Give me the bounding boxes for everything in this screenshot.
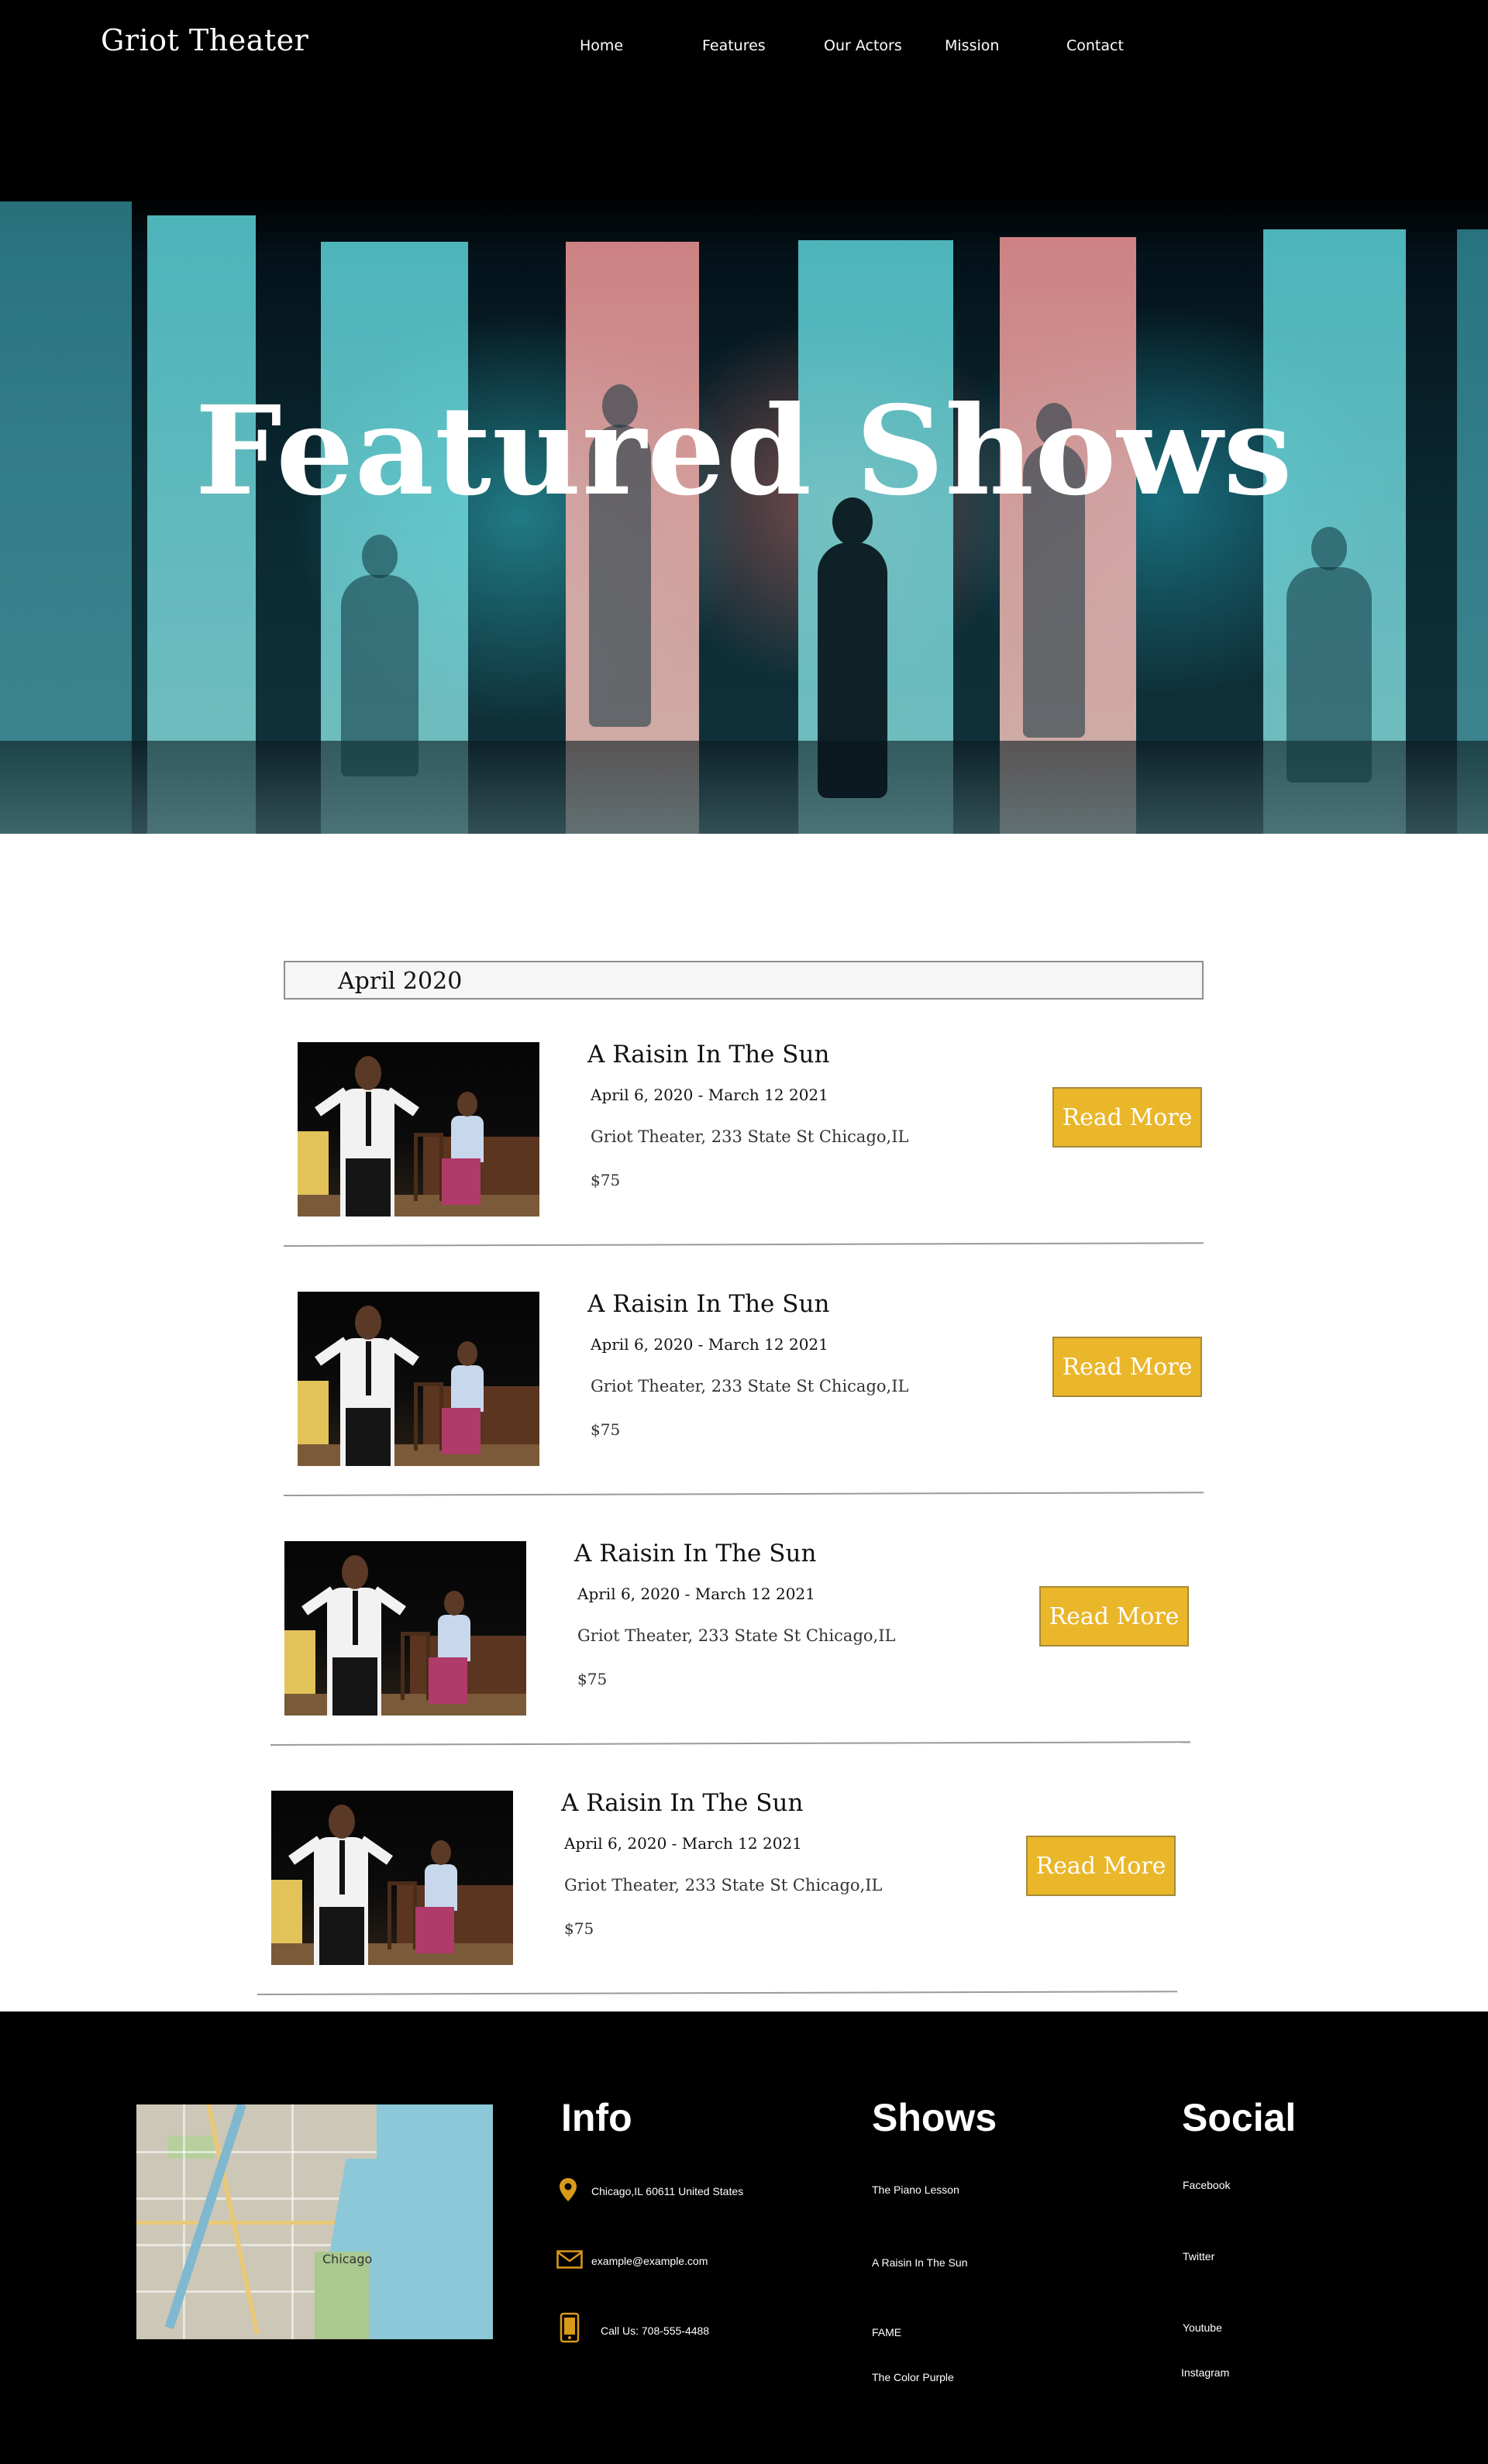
show-dates: April 6, 2020 - March 12 2021 <box>577 1585 815 1603</box>
nav-home[interactable]: Home <box>580 37 623 54</box>
show-title[interactable]: A Raisin In The Sun <box>587 1290 829 1318</box>
info-email[interactable]: example@example.com <box>591 2255 708 2267</box>
social-link-youtube[interactable]: Youtube <box>1183 2321 1222 2334</box>
show-thumbnail[interactable] <box>298 1292 539 1466</box>
show-card: A Raisin In The Sun April 6, 2020 - Marc… <box>270 1540 1193 1774</box>
show-thumbnail[interactable] <box>284 1541 526 1716</box>
show-price: $75 <box>591 1420 621 1439</box>
social-link-facebook[interactable]: Facebook <box>1183 2179 1230 2191</box>
show-price: $75 <box>591 1171 621 1189</box>
show-price: $75 <box>577 1670 608 1688</box>
mail-icon <box>556 2250 583 2272</box>
month-label: April 2020 <box>338 968 463 995</box>
show-title[interactable]: A Raisin In The Sun <box>574 1540 816 1568</box>
nav-our-actors[interactable]: Our Actors <box>824 37 902 54</box>
show-venue: Griot Theater, 233 State St Chicago,IL <box>564 1876 883 1894</box>
divider <box>283 1492 1204 1496</box>
site-logo[interactable]: Griot Theater <box>101 23 308 57</box>
footer-show-link[interactable]: The Piano Lesson <box>872 2184 959 2196</box>
show-venue: Griot Theater, 233 State St Chicago,IL <box>591 1377 909 1395</box>
show-venue: Griot Theater, 233 State St Chicago,IL <box>577 1626 896 1645</box>
month-header: April 2020 <box>284 961 1204 1000</box>
nav-features[interactable]: Features <box>702 37 766 54</box>
show-card: A Raisin In The Sun April 6, 2020 - Marc… <box>283 1290 1206 1524</box>
show-dates: April 6, 2020 - March 12 2021 <box>591 1335 828 1354</box>
divider <box>257 1991 1177 1995</box>
info-phone[interactable]: Call Us: 708-555-4488 <box>601 2325 709 2337</box>
show-card: A Raisin In The Sun April 6, 2020 - Marc… <box>283 1041 1206 1275</box>
show-venue: Griot Theater, 233 State St Chicago,IL <box>591 1127 909 1146</box>
read-more-button[interactable]: Read More <box>1052 1337 1202 1397</box>
read-more-button[interactable]: Read More <box>1026 1836 1176 1896</box>
show-card: A Raisin In The Sun April 6, 2020 - Marc… <box>257 1789 1180 2023</box>
shadow-figure <box>1286 527 1372 783</box>
map-city-label: Chicago <box>322 2252 373 2266</box>
shows-heading: Shows <box>872 2096 997 2139</box>
stage-floor <box>0 741 1488 834</box>
show-price: $75 <box>564 1919 594 1938</box>
show-dates: April 6, 2020 - March 12 2021 <box>564 1834 802 1853</box>
nav-mission[interactable]: Mission <box>945 37 999 54</box>
phone-icon <box>560 2312 580 2346</box>
footer-show-link[interactable]: FAME <box>872 2326 901 2338</box>
show-title[interactable]: A Raisin In The Sun <box>561 1789 803 1817</box>
divider <box>283 1242 1204 1247</box>
show-thumbnail[interactable] <box>298 1042 539 1217</box>
site-footer: Chicago Info Chicago,IL 60611 United Sta… <box>0 2011 1488 2464</box>
divider <box>270 1741 1190 1746</box>
read-more-button[interactable]: Read More <box>1039 1586 1189 1647</box>
social-link-twitter[interactable]: Twitter <box>1183 2250 1214 2263</box>
footer-show-link[interactable]: The Color Purple <box>872 2371 954 2383</box>
location-map[interactable]: Chicago <box>136 2104 493 2339</box>
footer-show-link[interactable]: A Raisin In The Sun <box>872 2256 967 2269</box>
actor-silhouette <box>818 497 887 798</box>
location-pin-icon <box>558 2177 578 2205</box>
info-heading: Info <box>561 2096 632 2139</box>
social-heading: Social <box>1182 2096 1297 2139</box>
info-address: Chicago,IL 60611 United States <box>591 2185 744 2197</box>
read-more-button[interactable]: Read More <box>1052 1087 1202 1148</box>
show-thumbnail[interactable] <box>271 1791 513 1965</box>
social-link-instagram[interactable]: Instagram <box>1181 2366 1229 2379</box>
show-dates: April 6, 2020 - March 12 2021 <box>591 1086 828 1104</box>
show-title[interactable]: A Raisin In The Sun <box>587 1041 829 1069</box>
shadow-figure <box>341 535 418 776</box>
nav-contact[interactable]: Contact <box>1066 37 1124 54</box>
hero-banner: Griot Theater Home Features Our Actors M… <box>0 0 1488 834</box>
hero-title: Featured Shows <box>195 380 1293 523</box>
